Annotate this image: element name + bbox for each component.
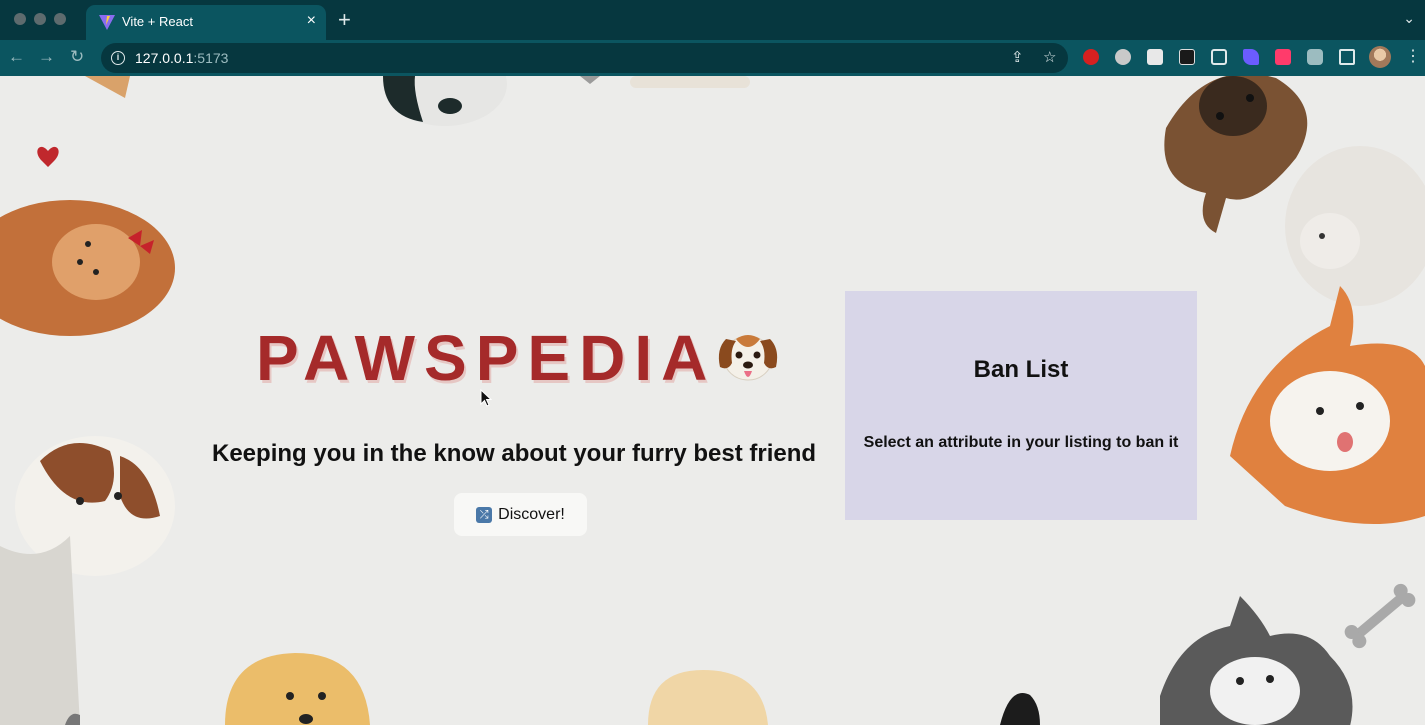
extensions-puzzle-icon[interactable] bbox=[1307, 49, 1323, 65]
page-title: PAWSPEDIA bbox=[256, 322, 717, 394]
tab-search-icon[interactable]: ⌄ bbox=[1403, 10, 1415, 27]
address-bar[interactable]: i 127.0.0.1:5173 ⇪ ☆ bbox=[101, 43, 1068, 73]
bookmark-star-icon[interactable]: ☆ bbox=[1043, 48, 1056, 66]
tab-vite-react[interactable]: Vite + React × bbox=[86, 5, 326, 40]
tab-bar: Vite + React × + ⌄ bbox=[0, 0, 1425, 40]
dog-face-emoji-icon bbox=[718, 335, 778, 381]
tagline: Keeping you in the know about your furry… bbox=[212, 440, 817, 467]
url-host: 127.0.0.1 bbox=[135, 50, 194, 66]
page-viewport: PAWSPEDIA Keeping you in the know about … bbox=[0, 76, 1425, 725]
l-extension-icon[interactable] bbox=[1179, 49, 1195, 65]
close-tab-icon[interactable]: × bbox=[307, 11, 316, 31]
shuffle-icon: ⤮ bbox=[476, 506, 493, 523]
share-icon[interactable]: ⇪ bbox=[1011, 48, 1024, 66]
url-port: :5173 bbox=[193, 50, 229, 66]
mouse-cursor-icon bbox=[480, 389, 492, 407]
adblock-extension-icon[interactable] bbox=[1083, 49, 1099, 65]
tab-title: Vite + React bbox=[122, 14, 193, 29]
zoom-window-button[interactable] bbox=[54, 13, 66, 25]
site-info-icon[interactable]: i bbox=[111, 51, 125, 65]
check-extension-icon[interactable] bbox=[1243, 49, 1259, 65]
url-text: 127.0.0.1:5173 bbox=[135, 50, 228, 66]
browser-toolbar: ← → ↻ i 127.0.0.1:5173 ⇪ ☆ ⋮ bbox=[0, 40, 1425, 76]
discover-button-label: Discover! bbox=[498, 505, 565, 523]
reload-icon[interactable]: ↻ bbox=[70, 46, 84, 68]
ban-list-instructions: Select an attribute in your listing to b… bbox=[863, 434, 1179, 451]
settings-extension-icon[interactable] bbox=[1115, 49, 1131, 65]
forward-icon[interactable]: → bbox=[38, 46, 55, 68]
discover-button[interactable]: ⤮ Discover! bbox=[454, 493, 587, 536]
notes-extension-icon[interactable] bbox=[1147, 49, 1163, 65]
c-extension-icon[interactable] bbox=[1211, 49, 1227, 65]
browser-menu-icon[interactable]: ⋮ bbox=[1405, 47, 1421, 67]
new-tab-button[interactable]: + bbox=[338, 9, 351, 31]
dog-pattern-background bbox=[0, 76, 1425, 725]
vite-logo-icon bbox=[99, 15, 115, 30]
ban-list-panel: Ban List Select an attribute in your lis… bbox=[845, 291, 1197, 520]
ban-list-title: Ban List bbox=[973, 356, 1069, 383]
close-window-button[interactable] bbox=[14, 13, 26, 25]
side-panel-icon[interactable] bbox=[1339, 49, 1355, 65]
minimize-window-button[interactable] bbox=[34, 13, 46, 25]
back-icon[interactable]: ← bbox=[8, 46, 25, 68]
profile-avatar[interactable] bbox=[1369, 46, 1391, 68]
dice-extension-icon[interactable] bbox=[1275, 49, 1291, 65]
brand-heading: PAWSPEDIA bbox=[256, 322, 778, 394]
